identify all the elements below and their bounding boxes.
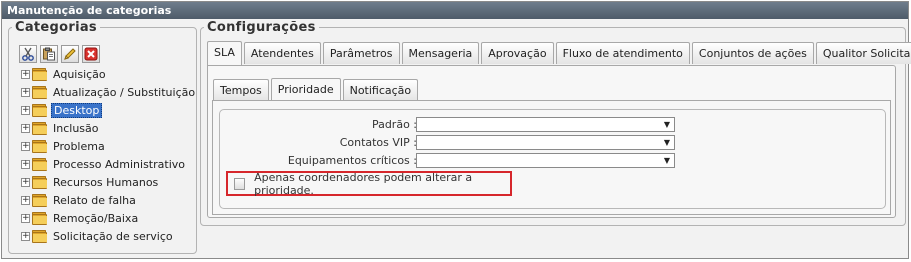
tab-sla[interactable]: SLA <box>207 41 242 65</box>
tree-item[interactable]: + Problema <box>21 137 197 155</box>
tree-item-label[interactable]: Atualização / Substituição <box>51 86 197 99</box>
contatos-vip-row: Contatos VIP : ▼ <box>220 135 885 151</box>
tab-mensageria[interactable]: Mensageria <box>401 42 480 64</box>
folder-icon <box>32 229 48 243</box>
contatos-vip-label: Contatos VIP : <box>339 136 417 149</box>
expand-icon[interactable]: + <box>21 195 30 205</box>
folder-icon <box>32 193 48 207</box>
expand-icon[interactable]: + <box>21 159 30 169</box>
expand-icon[interactable]: + <box>21 123 30 133</box>
equipamentos-criticos-row: Equipamentos críticos : ▼ <box>220 153 885 169</box>
prioridade-panel: Padrão : ▼ Contatos VIP : ▼ Equipamentos… <box>212 100 891 215</box>
expand-icon[interactable]: + <box>21 231 30 241</box>
tab-aprovacao[interactable]: Aprovação <box>481 42 554 64</box>
cut-icon <box>22 47 34 61</box>
chevron-down-icon: ▼ <box>663 120 670 129</box>
folder-icon <box>32 103 48 117</box>
tree-item[interactable]: + Desktop <box>21 101 197 119</box>
expand-icon[interactable]: + <box>21 213 30 223</box>
chevron-down-icon: ▼ <box>663 156 670 165</box>
categorias-toolbar <box>19 45 100 63</box>
expand-icon[interactable]: + <box>21 105 30 115</box>
folder-icon <box>32 211 48 225</box>
tree-item[interactable]: + Inclusão <box>21 119 197 137</box>
delete-icon <box>84 47 98 61</box>
folder-icon <box>32 157 48 171</box>
sla-tab-panel: Tempos Prioridade Notificação Padrão : ▼… <box>207 65 896 218</box>
edit-button[interactable] <box>61 45 79 63</box>
expand-icon[interactable]: + <box>21 141 30 151</box>
tree-item-label[interactable]: Solicitação de serviço <box>51 230 175 243</box>
edit-icon <box>64 48 76 60</box>
cut-button[interactable] <box>19 45 37 63</box>
equipamentos-criticos-select[interactable]: ▼ <box>416 153 675 168</box>
tree-item-label-selected[interactable]: Desktop <box>51 102 103 118</box>
expand-icon[interactable]: + <box>21 87 30 97</box>
tree-item[interactable]: + Processo Administrativo <box>21 155 197 173</box>
padrao-label: Padrão : <box>371 118 417 131</box>
equipamentos-criticos-label: Equipamentos críticos : <box>287 154 417 167</box>
tree-item[interactable]: + Relato de falha <box>21 191 197 209</box>
tab-atendentes[interactable]: Atendentes <box>243 42 321 64</box>
tree-item-label[interactable]: Relato de falha <box>51 194 138 207</box>
delete-button[interactable] <box>82 45 100 63</box>
tree-item-label[interactable]: Processo Administrativo <box>51 158 187 171</box>
contatos-vip-select[interactable]: ▼ <box>416 135 675 150</box>
subtab-notificacao[interactable]: Notificação <box>342 79 419 101</box>
tree-item-label[interactable]: Inclusão <box>51 122 101 135</box>
window-title: Manutenção de categorias <box>2 2 908 19</box>
folder-icon <box>32 175 48 189</box>
padrao-select[interactable]: ▼ <box>416 117 675 132</box>
subtab-prioridade[interactable]: Prioridade <box>270 78 341 102</box>
main-tabs: SLA Atendentes Parâmetros Mensageria Apr… <box>207 40 911 65</box>
categorias-tree: + Aquisição + Atualização / Substituição… <box>21 65 197 245</box>
folder-icon <box>32 85 48 99</box>
folder-icon <box>32 139 48 153</box>
tree-item[interactable]: + Remoção/Baixa <box>21 209 197 227</box>
paste-button[interactable] <box>40 45 58 63</box>
coordenadores-checkbox[interactable] <box>234 177 246 190</box>
coordenadores-checkbox-row: Apenas coordenadores podem alterar a pri… <box>226 171 512 197</box>
expand-icon[interactable]: + <box>21 69 30 79</box>
folder-icon <box>32 67 48 81</box>
tree-item[interactable]: + Aquisição <box>21 65 197 83</box>
tree-item-label[interactable]: Problema <box>51 140 107 153</box>
tree-item[interactable]: + Atualização / Substituição <box>21 83 197 101</box>
tab-conjuntos-de-acoes[interactable]: Conjuntos de ações <box>691 42 814 64</box>
categorias-window: Manutenção de categorias Categorias + Aq… <box>1 1 911 259</box>
chevron-down-icon: ▼ <box>663 138 670 147</box>
tree-item[interactable]: + Solicitação de serviço <box>21 227 197 245</box>
tab-qualitor-solicitante[interactable]: Qualitor Solicitante <box>815 42 911 64</box>
tree-item-label[interactable]: Recursos Humanos <box>51 176 160 189</box>
tree-item[interactable]: + Recursos Humanos <box>21 173 197 191</box>
folder-icon <box>32 121 48 135</box>
padrao-row: Padrão : ▼ <box>220 117 885 133</box>
tab-fluxo-de-atendimento[interactable]: Fluxo de atendimento <box>555 42 690 64</box>
sla-subtabs: Tempos Prioridade Notificação <box>213 77 420 102</box>
tree-item-label[interactable]: Remoção/Baixa <box>51 212 140 225</box>
categorias-legend: Categorias <box>15 20 97 35</box>
configuracoes-content: SLA Atendentes Parâmetros Mensageria Apr… <box>200 20 911 226</box>
tree-item-label[interactable]: Aquisição <box>51 68 108 81</box>
prioridade-form: Padrão : ▼ Contatos VIP : ▼ Equipamentos… <box>219 109 886 209</box>
expand-icon[interactable]: + <box>21 177 30 187</box>
subtab-tempos[interactable]: Tempos <box>213 79 269 101</box>
paste-icon <box>43 47 55 61</box>
tab-parametros[interactable]: Parâmetros <box>322 42 400 64</box>
coordenadores-checkbox-label[interactable]: Apenas coordenadores podem alterar a pri… <box>254 171 510 197</box>
